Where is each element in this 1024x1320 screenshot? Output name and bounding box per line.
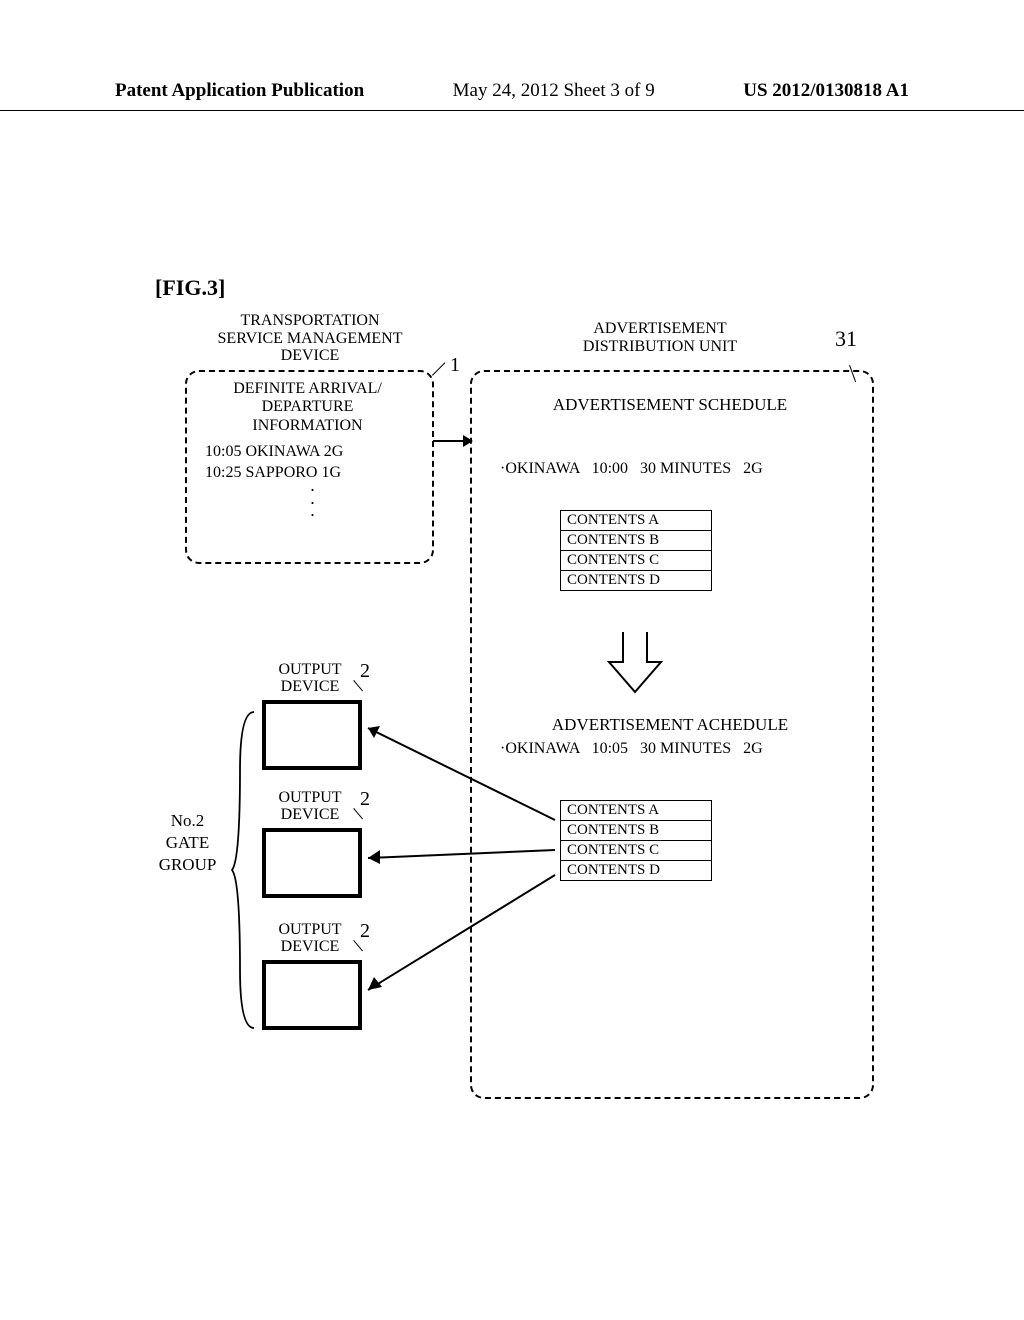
tsm-row-0: 10:05 OKINAWA 2G xyxy=(205,443,420,461)
tsm-inner: DEFINITE ARRIVAL/ DEPARTURE INFORMATION … xyxy=(195,380,420,522)
ct1-row-1: CONTENTS B xyxy=(561,531,711,551)
ct1-row-0: CONTENTS A xyxy=(561,511,711,531)
tsm-title: TRANSPORTATION SERVICE MANAGEMENT DEVICE xyxy=(210,312,410,365)
ct1-row-3: CONTENTS D xyxy=(561,571,711,590)
down-arrow-icon xyxy=(605,630,665,700)
header-mid: May 24, 2012 Sheet 3 of 9 xyxy=(453,80,655,102)
figure-label: [FIG.3] xyxy=(155,275,225,301)
ct2-row-1: CONTENTS B xyxy=(561,821,711,841)
figure-label-text: [FIG.3] xyxy=(155,275,225,300)
page-header: Patent Application Publication May 24, 2… xyxy=(0,80,1024,111)
output-screen-3 xyxy=(262,960,362,1030)
tsm-leader xyxy=(432,362,445,375)
ct2-row-3: CONTENTS D xyxy=(561,861,711,880)
adu-title: ADVERTISEMENT DISTRIBUTION UNIT xyxy=(540,320,780,355)
output-label-2: OUTPUT DEVICE xyxy=(270,790,350,824)
tsm-ref: 1 xyxy=(450,354,460,377)
header-left: Patent Application Publication xyxy=(115,80,364,102)
schedule1-line: ·OKINAWA 10:00 30 MINUTES 2G xyxy=(500,460,763,478)
tsm-subtitle: DEFINITE ARRIVAL/ DEPARTURE INFORMATION xyxy=(195,380,420,435)
output-label-1: OUTPUT DEVICE xyxy=(270,662,350,696)
output-screen-2 xyxy=(262,828,362,898)
gate-brace xyxy=(230,710,260,1030)
figure-diagram: TRANSPORTATION SERVICE MANAGEMENT DEVICE… xyxy=(150,310,890,1100)
ct1-row-2: CONTENTS C xyxy=(561,551,711,571)
gate-group-label: No.2 GATE GROUP xyxy=(150,810,225,876)
contents-table-1: CONTENTS A CONTENTS B CONTENTS C CONTENT… xyxy=(560,510,712,591)
output-ref-1: 2 xyxy=(360,660,370,683)
arrow-tsm-to-adu xyxy=(433,434,465,448)
arrow-adu-to-output-3 xyxy=(350,865,560,1005)
arrow-adu-to-output-1 xyxy=(350,710,560,830)
contents-table-2: CONTENTS A CONTENTS B CONTENTS C CONTENT… xyxy=(560,800,712,881)
ct2-row-2: CONTENTS C xyxy=(561,841,711,861)
adu-ref: 31 xyxy=(835,326,857,352)
output-screen-1 xyxy=(262,700,362,770)
tsm-rows: 10:05 OKINAWA 2G 10:25 SAPPORO 1G ··· xyxy=(195,443,420,522)
tsm-dots: ··· xyxy=(205,484,420,522)
ct2-row-0: CONTENTS A xyxy=(561,801,711,821)
output-label-3: OUTPUT DEVICE xyxy=(270,922,350,956)
schedule1-title: ADVERTISEMENT SCHEDULE xyxy=(505,395,835,415)
header-right: US 2012/0130818 A1 xyxy=(743,80,909,102)
